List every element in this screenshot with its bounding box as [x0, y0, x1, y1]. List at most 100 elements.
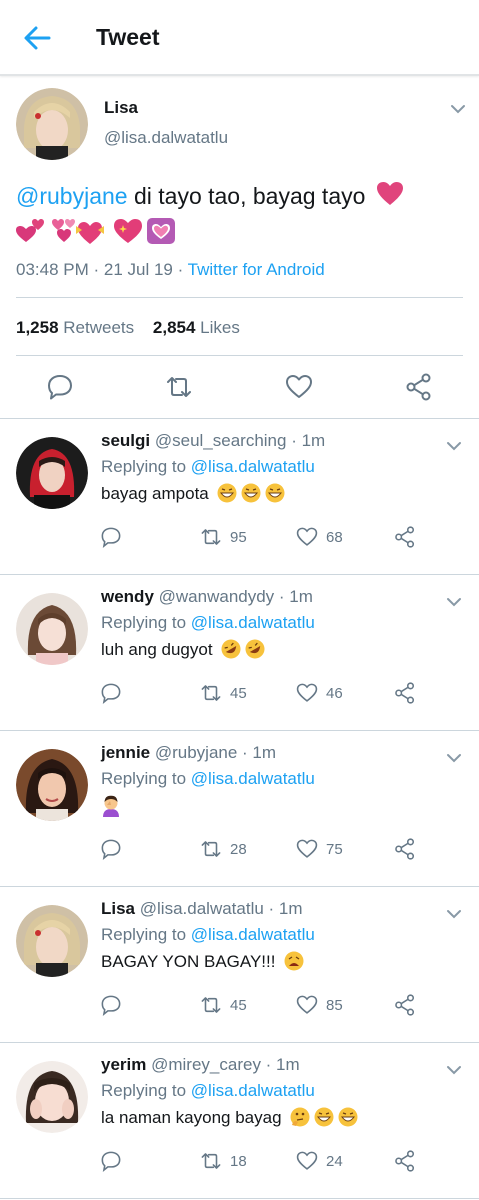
like-icon: [296, 527, 318, 546]
reply-retweet-button[interactable]: 95: [200, 525, 247, 549]
share-icon: [395, 526, 415, 548]
reply-reply-button[interactable]: [100, 993, 122, 1017]
reply-author-name[interactable]: jennie: [101, 743, 150, 762]
share-icon: [395, 682, 415, 704]
like-icon: [296, 1151, 318, 1170]
reply-like-button[interactable]: 46: [296, 681, 343, 705]
chevron-down-icon[interactable]: [446, 909, 462, 919]
chevron-down-icon[interactable]: [450, 104, 466, 114]
retweets-count: 1,258: [16, 318, 59, 337]
retweets-stat[interactable]: 1,258 Retweets: [16, 318, 134, 337]
thinking-and-laughing-emoji-icon: [290, 1107, 358, 1127]
divider: [16, 297, 463, 298]
replying-label: Replying to: [101, 769, 191, 788]
retweet-icon: [201, 685, 221, 701]
reply-icon: [101, 1151, 121, 1172]
share-icon[interactable]: [405, 373, 433, 401]
reply-body: BAGAY YON BAGAY!!!: [101, 952, 276, 971]
reply-icon: [101, 995, 121, 1016]
reply-retweet-button[interactable]: 28: [200, 837, 247, 861]
retweet-count: 45: [230, 996, 247, 1014]
back-arrow-icon[interactable]: [22, 24, 52, 52]
reply-reply-button[interactable]: [100, 681, 122, 705]
reply-like-button[interactable]: 68: [296, 525, 343, 549]
reply-header: jennie @rubyjane · 1m: [101, 743, 276, 763]
retweets-label: Retweets: [63, 318, 135, 337]
avatar[interactable]: [16, 1061, 88, 1133]
avatar[interactable]: [16, 437, 88, 509]
reply-tweet[interactable]: yerim @mirey_carey · 1m Replying to @lis…: [0, 1043, 479, 1199]
reply-share-button[interactable]: [394, 837, 416, 861]
reply-reply-button[interactable]: [100, 1149, 122, 1173]
avatar[interactable]: [16, 88, 88, 160]
replying-to: Replying to @lisa.dalwatatlu: [101, 925, 315, 945]
reply-reply-button[interactable]: [100, 837, 122, 861]
mention-link[interactable]: @rubyjane: [16, 183, 128, 209]
replying-to: Replying to @lisa.dalwatatlu: [101, 1081, 315, 1101]
reply-body: bayag ampota: [101, 484, 209, 503]
heart-ribbon-emoji-icon: [76, 222, 104, 244]
retweet-icon: [201, 529, 221, 545]
tweet-source-link[interactable]: Twitter for Android: [188, 260, 325, 279]
chevron-down-icon[interactable]: [446, 753, 462, 763]
replying-to-link[interactable]: @lisa.dalwatatlu: [191, 925, 315, 944]
retweet-count: 28: [230, 840, 247, 858]
like-count: 46: [326, 684, 343, 702]
share-icon: [395, 838, 415, 860]
laughing-emoji-icon: [217, 483, 285, 503]
replying-to-link[interactable]: @lisa.dalwatatlu: [191, 613, 315, 632]
replying-label: Replying to: [101, 1081, 191, 1100]
rofl-emoji-icon: [221, 639, 265, 659]
facepalm-emoji-icon: [103, 795, 119, 817]
reply-author-name[interactable]: Lisa: [101, 899, 135, 918]
avatar[interactable]: [16, 593, 88, 665]
reply-icon[interactable]: [46, 373, 74, 401]
like-count: 85: [326, 996, 343, 1014]
retweet-icon[interactable]: [165, 373, 193, 401]
reply-tweet[interactable]: jennie @rubyjane · 1m Replying to @lisa.…: [0, 731, 479, 887]
reply-share-button[interactable]: [394, 525, 416, 549]
replying-to-link[interactable]: @lisa.dalwatatlu: [191, 769, 315, 788]
author-name[interactable]: Lisa: [104, 98, 138, 118]
avatar[interactable]: [16, 749, 88, 821]
reply-tweet[interactable]: seulgi @seul_searching · 1m Replying to …: [0, 419, 479, 575]
reply-icon: [101, 683, 121, 704]
reply-share-button[interactable]: [394, 681, 416, 705]
reply-share-button[interactable]: [394, 993, 416, 1017]
likes-count: 2,854: [152, 318, 196, 337]
likes-stat[interactable]: 2,854 Likes: [153, 318, 240, 337]
reply-author-name[interactable]: yerim: [101, 1055, 146, 1074]
chevron-down-icon[interactable]: [446, 1065, 462, 1075]
reply-reply-button[interactable]: [100, 525, 122, 549]
reply-retweet-button[interactable]: 18: [200, 1149, 247, 1173]
replying-to-link[interactable]: @lisa.dalwatatlu: [191, 1081, 315, 1100]
replying-label: Replying to: [101, 613, 191, 632]
reply-icon: [101, 839, 121, 860]
reply-like-button[interactable]: 85: [296, 993, 343, 1017]
reply-retweet-button[interactable]: 45: [200, 993, 247, 1017]
replying-to-link[interactable]: @lisa.dalwatatlu: [191, 457, 315, 476]
chevron-down-icon[interactable]: [446, 441, 462, 451]
reply-author-name[interactable]: seulgi: [101, 431, 150, 450]
reply-author-name[interactable]: wendy: [101, 587, 154, 606]
like-count: 24: [326, 1152, 343, 1170]
reply-share-button[interactable]: [394, 1149, 416, 1173]
likes-label: Likes: [200, 318, 240, 337]
replying-to: Replying to @lisa.dalwatatlu: [101, 457, 315, 477]
reply-tweet[interactable]: wendy @wanwandydy · 1m Replying to @lisa…: [0, 575, 479, 731]
like-icon[interactable]: [285, 373, 313, 401]
heart-emoji-icon: [376, 182, 403, 205]
reply-text: luh ang dugyot: [101, 639, 265, 660]
reply-author-handle: @seul_searching · 1m: [154, 431, 326, 450]
author-handle[interactable]: @lisa.dalwatatlu: [104, 128, 228, 148]
replying-label: Replying to: [101, 925, 191, 944]
reply-header: Lisa @lisa.dalwatatlu · 1m: [101, 899, 303, 919]
reply-like-button[interactable]: 75: [296, 837, 343, 861]
reply-tweet[interactable]: Lisa @lisa.dalwatatlu · 1m Replying to @…: [0, 887, 479, 1043]
sparkling-heart-emoji-icon: [114, 219, 142, 243]
chevron-down-icon[interactable]: [446, 597, 462, 607]
reply-retweet-button[interactable]: 45: [200, 681, 247, 705]
avatar[interactable]: [16, 905, 88, 977]
reply-like-button[interactable]: 24: [296, 1149, 343, 1173]
tweet-time: 03:48 PM · 21 Jul 19 ·: [16, 260, 188, 279]
